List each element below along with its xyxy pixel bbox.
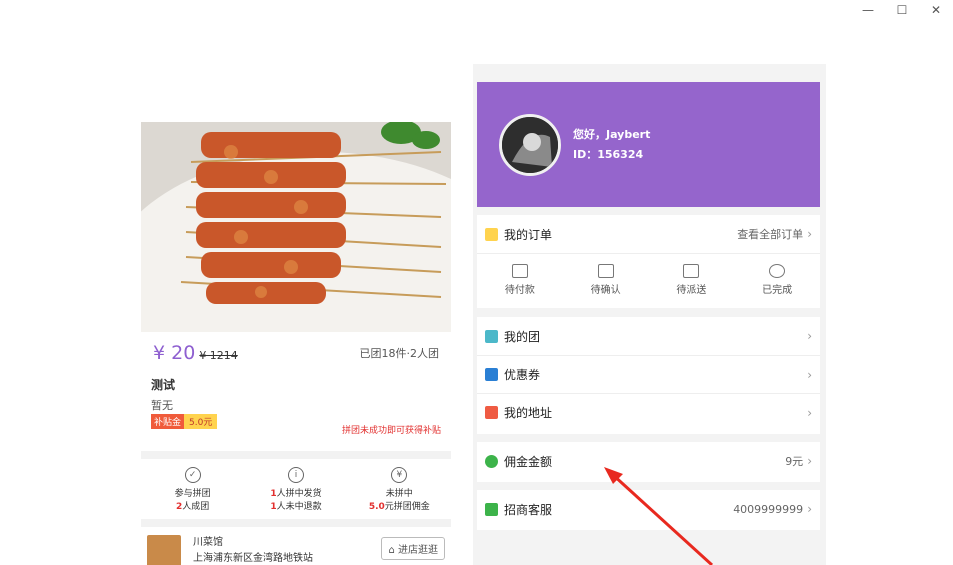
view-all-orders[interactable]: 查看全部订单	[737, 226, 803, 242]
avatar[interactable]	[499, 113, 561, 176]
commission-card: 佣金金额 9元 ›	[477, 442, 820, 482]
divider	[141, 519, 451, 527]
commission-value: 9元	[785, 455, 804, 468]
profile-banner: 您好，Jaybert ID：156324	[477, 82, 820, 207]
menu-label: 我的地址	[504, 406, 553, 420]
price-row: ¥ 20 ¥ 1214 已团18件·2人团	[141, 332, 451, 374]
order-completed[interactable]: 已完成	[762, 263, 792, 296]
original-price: ¥ 1214	[199, 349, 238, 362]
service-card: 招商客服 4009999999 ›	[477, 490, 820, 530]
chevron-right-icon: ›	[807, 405, 812, 420]
chevron-right-icon: ›	[807, 454, 812, 468]
subsidy-amount: 5.0元	[184, 414, 218, 429]
shop-address: 上海浦东新区金湾路地铁站	[193, 553, 313, 564]
step-join: ✓ 参与拼团 2人成团	[148, 466, 238, 512]
greeting: 您好，Jaybert	[573, 127, 651, 141]
chevron-right-icon: ›	[807, 227, 812, 241]
user-id: ID：156324	[573, 147, 644, 161]
menu-commission[interactable]: 佣金金额 9元 ›	[477, 442, 820, 480]
enter-shop-label: 进店逛逛	[398, 545, 438, 556]
chevron-right-icon: ›	[807, 367, 812, 382]
chevron-right-icon: ›	[807, 329, 812, 343]
minimize-button[interactable]: —	[851, 0, 885, 20]
profile-panel: 您好，Jaybert ID：156324 我的订单 查看全部订单 › 待付款 待…	[473, 64, 826, 565]
step-text: 1人拼中发货	[270, 488, 322, 499]
smile-icon	[769, 263, 786, 278]
truck-icon	[683, 263, 700, 278]
service-phone: 4009999999	[733, 502, 804, 516]
product-card: ¥ 20 ¥ 1214 已团18件·2人团 测试 暂无 补贴金 5.0元 拼团未成…	[141, 122, 451, 565]
order-pending-delivery[interactable]: 待派送	[676, 263, 706, 296]
bookmark-icon	[485, 368, 498, 381]
group-icon	[485, 329, 498, 343]
enter-shop-button[interactable]: ⌂ 进店逛逛	[381, 537, 445, 560]
orders-header[interactable]: 我的订单 查看全部订单 ›	[477, 215, 820, 253]
menu-card: 我的团 › 优惠券 › 我的地址 ›	[477, 317, 820, 434]
step-text: 5.0元拼团佣金	[368, 501, 430, 512]
user-info: 您好，Jaybert ID：156324	[573, 125, 650, 165]
product-info: 测试 暂无 补贴金 5.0元 拼团未成功即可获得补贴	[141, 376, 451, 451]
product-title: 测试	[151, 378, 176, 392]
menu-my-group[interactable]: 我的团 ›	[477, 317, 820, 355]
orders-label: 我的订单	[504, 227, 553, 242]
step-text: 未拼中	[385, 488, 413, 499]
product-desc: 暂无	[151, 399, 173, 412]
message-icon	[485, 502, 498, 516]
product-image	[141, 122, 451, 332]
order-pending-payment[interactable]: 待付款	[505, 263, 535, 296]
step-text: 1人未中退款	[270, 501, 322, 512]
divider	[141, 451, 451, 459]
chevron-right-icon: ›	[807, 502, 812, 516]
menu-label: 优惠券	[504, 368, 541, 382]
step-commission: ¥ 未拼中 5.0元拼团佣金	[354, 466, 444, 512]
group-steps: ✓ 参与拼团 2人成团 i 1人拼中发货 1人未中退款 ¥ 未拼中 5.0元拼团…	[141, 459, 451, 519]
shop-text: 川菜馆 上海浦东新区金湾路地铁站	[193, 535, 381, 565]
product-price: ¥ 20 ¥ 1214	[153, 342, 238, 364]
shop-thumbnail	[147, 535, 181, 565]
step-text: 参与拼团	[174, 488, 211, 499]
info-circle-icon: i	[287, 466, 304, 483]
order-status-bar: 待付款 待确认 待派送 已完成	[477, 253, 820, 305]
maximize-button[interactable]: ☐	[885, 0, 919, 20]
order-pending-confirm[interactable]: 待确认	[591, 263, 621, 296]
close-button[interactable]: ✕	[919, 0, 953, 20]
shop-name: 川菜馆	[193, 537, 223, 548]
menu-coupon[interactable]: 优惠券 ›	[477, 355, 820, 393]
menu-service[interactable]: 招商客服 4009999999 ›	[477, 490, 820, 528]
folder-icon	[485, 227, 498, 241]
window-controls: — ☐ ✕	[851, 0, 953, 20]
menu-label: 我的团	[504, 329, 541, 344]
store-icon: ⌂	[388, 545, 395, 556]
chat-icon	[597, 263, 614, 278]
menu-label: 佣金金额	[504, 454, 553, 469]
subsidy-label: 补贴金	[151, 414, 185, 429]
sold-count: 已团18件·2人团	[359, 347, 440, 360]
step-text: 2人成团	[176, 501, 210, 512]
step-ship: i 1人拼中发货 1人未中退款	[251, 466, 341, 512]
coin-icon	[485, 454, 498, 468]
check-circle-icon: ✓	[184, 466, 201, 483]
location-icon	[485, 406, 498, 419]
orders-card: 我的订单 查看全部订单 › 待付款 待确认 待派送 已完成	[477, 215, 820, 308]
subsidy-notice: 拼团未成功即可获得补贴	[341, 426, 441, 436]
menu-label: 招商客服	[504, 502, 553, 517]
wallet-icon	[511, 263, 528, 278]
app-canvas: ¥ 20 ¥ 1214 已团18件·2人团 测试 暂无 补贴金 5.0元 拼团未成…	[124, 22, 826, 565]
menu-address[interactable]: 我的地址 ›	[477, 393, 820, 431]
shop-row: 川菜馆 上海浦东新区金湾路地铁站 ⌂ 进店逛逛	[141, 527, 451, 565]
yen-circle-icon: ¥	[391, 466, 408, 483]
